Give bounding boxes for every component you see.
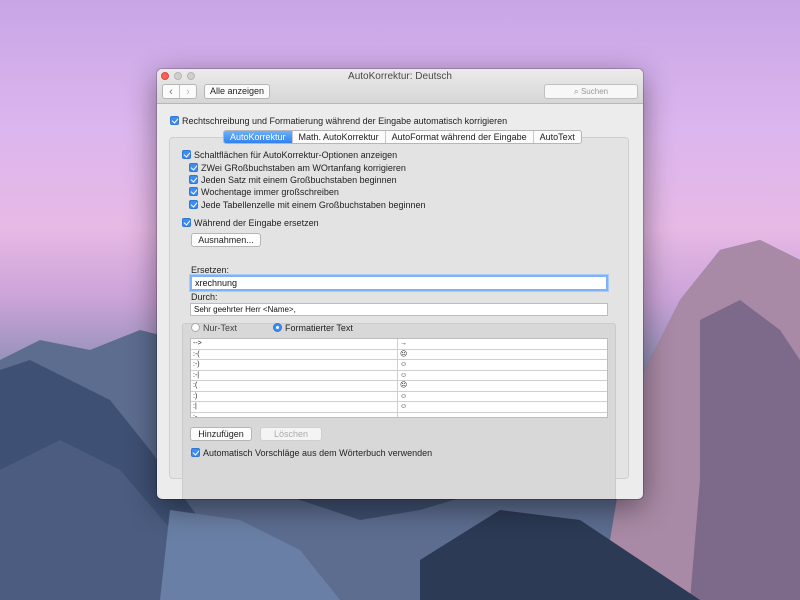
dictionary-option-label: Automatisch Vorschläge aus dem Wörterbuc… [203,448,433,458]
table-cells-checkbox[interactable] [189,200,198,209]
table-cell-to: ☺ [400,371,408,379]
table-cell-to: → [400,340,407,347]
two-caps-option[interactable]: ZWei GRoßbuchstaben am WOrtanfang korrig… [189,163,406,173]
table-cell-to: ☺ [400,403,408,410]
search-placeholder: Suchen [580,87,609,96]
plain-text-option[interactable]: Nur-Text [191,323,237,333]
table-cell-from: :-) [191,360,398,370]
formatted-text-radio[interactable] [273,323,282,332]
replace-label: Ersetzen: [191,265,230,275]
formatted-text-label: Formatierter Text [285,323,353,333]
table-cell-from: :-| [191,370,398,380]
dictionary-checkbox[interactable] [191,448,200,457]
weekdays-option[interactable]: Wochentage immer großschreiben [189,187,339,197]
replace-while-typing-checkbox[interactable] [182,218,191,227]
table-row[interactable]: :- [191,412,607,418]
delete-button[interactable]: Löschen [260,427,322,441]
replace-while-typing-label: Während der Eingabe ersetzen [194,218,319,228]
sentence-caps-option[interactable]: Jeden Satz mit einem Großbuchstaben begi… [189,175,397,185]
exceptions-button[interactable]: Ausnahmen... [191,233,261,247]
spelling-option[interactable]: Rechtschreibung und Formatierung während… [170,116,507,126]
table-cell-to: ☺ [400,392,408,400]
search-icon: ⌕ [573,86,579,96]
autocorrect-table[interactable]: --> → :-(☹ :-) ☺ :-| ☺ :(☹ :) ☺ :| ☺ :- [190,338,608,418]
show-all-button[interactable]: Alle anzeigen [204,84,270,99]
table-cell-to: ☹ [400,350,408,358]
tab-bar: AutoKorrektur Math. AutoKorrektur AutoFo… [223,130,582,144]
table-row[interactable]: --> → [191,339,607,350]
nav-buttons: ‹ › [162,84,197,99]
tab-math-autokorrektur[interactable]: Math. AutoKorrektur [291,131,385,143]
table-cell-to: ☺ [400,361,408,368]
table-row[interactable]: :(☹ [191,381,607,392]
weekdays-label: Wochentage immer großschreiben [201,187,339,197]
show-buttons-checkbox[interactable] [182,150,191,159]
table-row[interactable]: :-) ☺ [191,360,607,371]
plain-text-radio[interactable] [191,323,200,332]
formatted-text-option[interactable]: Formatierter Text [273,323,353,333]
sentence-caps-checkbox[interactable] [189,175,198,184]
sentence-caps-label: Jeden Satz mit einem Großbuchstaben begi… [201,175,397,185]
tab-autoformat[interactable]: AutoFormat während der Eingabe [384,131,533,143]
plain-text-label: Nur-Text [203,323,238,333]
table-cell-to [398,413,607,418]
replace-while-typing-option[interactable]: Während der Eingabe ersetzen [182,218,319,228]
table-cell-from: :| [191,402,398,412]
spelling-option-label: Rechtschreibung und Formatierung während… [182,116,508,126]
window-title: AutoKorrektur: Deutsch [348,71,452,82]
table-cell-from: :) [191,391,398,401]
table-row[interactable]: :) ☺ [191,391,607,402]
two-caps-checkbox[interactable] [189,163,198,172]
show-buttons-label: Schaltflächen für AutoKorrektur-Optionen… [194,150,398,160]
show-buttons-option[interactable]: Schaltflächen für AutoKorrektur-Optionen… [182,150,397,160]
dictionary-option[interactable]: Automatisch Vorschläge aus dem Wörterbuc… [191,448,432,458]
title-bar: AutoKorrektur: Deutsch ‹ › Alle anzeigen… [157,69,643,104]
table-row[interactable]: :-| ☺ [191,370,607,381]
table-row[interactable]: :| ☺ [191,402,607,413]
weekdays-checkbox[interactable] [189,187,198,196]
with-input[interactable]: Sehr geehrter Herr <Name>, [190,303,608,316]
back-button[interactable]: ‹ [163,85,179,98]
replace-input[interactable]: xrechnung [190,275,608,291]
table-row[interactable]: :-(☹ [191,349,607,360]
two-caps-label: ZWei GRoßbuchstaben am WOrtanfang korrig… [201,163,406,173]
spelling-checkbox[interactable] [170,116,179,125]
table-cell-to: ☹ [400,382,408,389]
table-cell-from: :( [191,381,398,391]
autocorrect-window: AutoKorrektur: Deutsch ‹ › Alle anzeigen… [157,69,643,499]
with-label: Durch: [191,292,218,302]
table-cells-option[interactable]: Jede Tabellenzelle mit einem Großbuchsta… [189,200,425,210]
tab-autokorrektur[interactable]: AutoKorrektur [224,131,292,143]
forward-button[interactable]: › [179,85,196,98]
table-cell-from: :- [191,412,398,417]
table-cell-from: :-( [191,349,398,359]
table-cell-from: --> [191,339,398,349]
table-cells-label: Jede Tabellenzelle mit einem Großbuchsta… [201,200,426,210]
add-button[interactable]: Hinzufügen [190,427,252,441]
tab-autotext[interactable]: AutoText [532,131,581,143]
search-field[interactable]: ⌕ Suchen [544,84,638,99]
